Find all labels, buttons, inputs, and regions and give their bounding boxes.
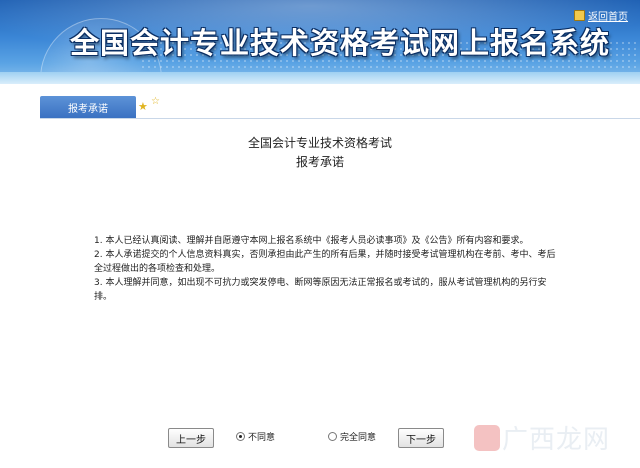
commitment-terms: 1. 本人已经认真阅读、理解并自愿遵守本网上报名系统中《报考人员必读事项》及《公… (94, 234, 564, 304)
header-banner: 全国会计专业技术资格考试网上报名系统 返回首页 (0, 0, 640, 84)
home-link[interactable]: 返回首页 (574, 8, 628, 23)
star-icon: ★ (138, 100, 148, 113)
exam-title: 全国会计专业技术资格考试 (247, 136, 392, 150)
radio-dot[interactable] (236, 432, 245, 441)
tab-bar: 报考承诺 ★ ☆ (0, 96, 640, 120)
term-item: 2. 本人承诺提交的个人信息资料真实，否则承担由此产生的所有后果，并随时接受考试… (94, 250, 556, 274)
watermark: 广西龙网 (473, 419, 610, 456)
next-step-button[interactable]: 下一步 (398, 428, 444, 448)
home-icon (574, 10, 585, 21)
term-item: 3. 本人理解并同意，如出现不可抗力或突发停电、断网等原因无法正常报名或考试的，… (94, 278, 547, 302)
disagree-radio[interactable]: 不同意 (236, 430, 275, 443)
tab-underline (40, 118, 640, 119)
banner-bottom-strip (0, 72, 640, 84)
commitment-title: 报考承诺 (295, 155, 344, 169)
watermark-logo-icon (473, 424, 500, 451)
agree-radio[interactable]: 完全同意 (328, 430, 376, 443)
system-title: 全国会计专业技术资格考试网上报名系统 (70, 26, 611, 60)
term-item: 1. 本人已经认真阅读、理解并自愿遵守本网上报名系统中《报考人员必读事项》及《公… (94, 236, 529, 246)
star-icon: ☆ (151, 96, 160, 107)
tab-commitment[interactable]: 报考承诺 (40, 96, 136, 118)
agree-label: 完全同意 (340, 433, 377, 443)
prev-step-button[interactable]: 上一步 (168, 428, 214, 448)
disagree-label: 不同意 (248, 433, 276, 443)
radio-dot[interactable] (328, 432, 337, 441)
home-link-label: 返回首页 (588, 12, 628, 23)
watermark-text: 广西龙网 (501, 425, 610, 455)
